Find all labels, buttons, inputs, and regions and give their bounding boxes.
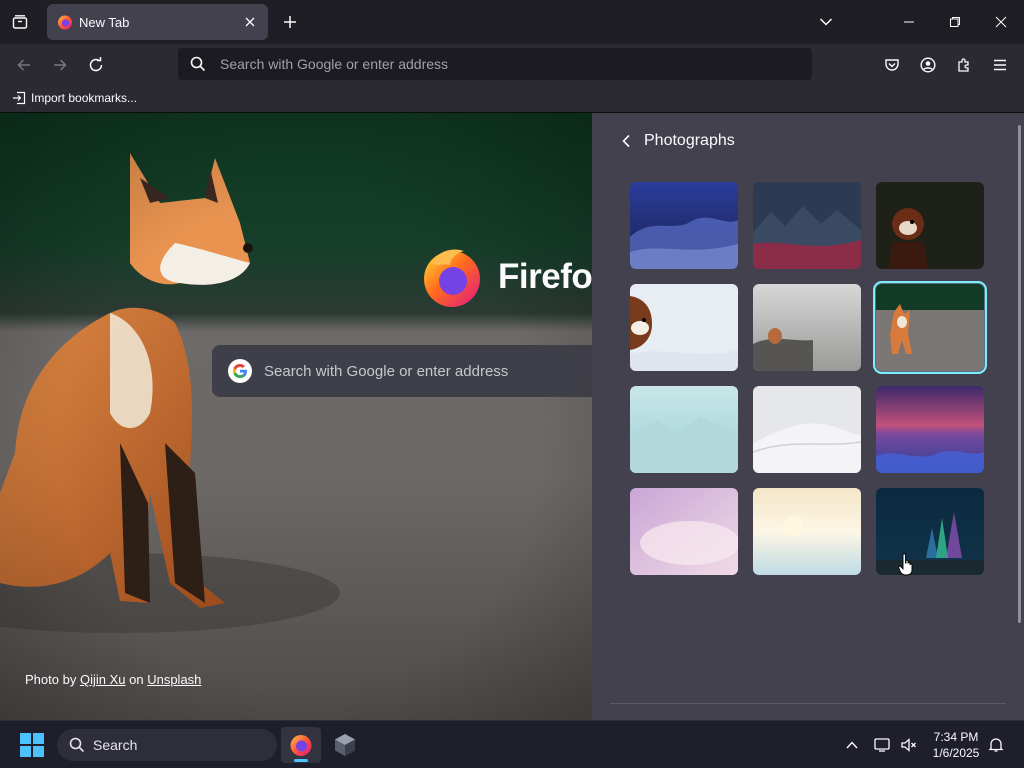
bell-icon — [988, 738, 1004, 752]
forward-button[interactable] — [47, 52, 73, 78]
taskbar: Search 7:34 PM 1/6/2025 — [0, 720, 1024, 768]
notifications-button[interactable] — [986, 735, 1006, 755]
bookmarks-toolbar: Import bookmarks... — [0, 85, 1024, 113]
wallpaper-thumbnail-aurora[interactable] — [876, 488, 984, 575]
firefox-logo-icon — [424, 249, 480, 307]
wallpaper-thumbnail-red-panda-dark[interactable] — [876, 182, 984, 269]
close-icon — [995, 16, 1007, 28]
plus-icon — [284, 16, 296, 28]
reload-icon — [89, 57, 103, 72]
hand-cursor-icon — [898, 553, 913, 576]
show-hidden-icons-button[interactable] — [842, 735, 862, 755]
newtab-search-box[interactable]: Search with Google or enter address — [212, 345, 612, 397]
panel-back-button[interactable] — [616, 131, 636, 151]
app-menu-button[interactable] — [987, 52, 1013, 78]
chevron-left-icon — [622, 134, 630, 148]
taskbar-firefox[interactable] — [281, 727, 321, 763]
newtab-search-placeholder: Search with Google or enter address — [264, 362, 509, 380]
import-bookmarks-button[interactable]: Import bookmarks... — [12, 91, 137, 105]
pocket-icon — [885, 59, 899, 71]
volume-button[interactable] — [899, 735, 919, 755]
firefox-favicon-icon — [58, 15, 72, 30]
wallpaper-thumbnail-red-panda-snow[interactable] — [630, 284, 738, 371]
credit-prefix: Photo by — [25, 672, 77, 687]
import-bookmarks-label: Import bookmarks... — [31, 91, 138, 105]
wallpaper-thumbnail-pink-clouds[interactable] — [630, 488, 738, 575]
hamburger-menu-icon — [994, 59, 1006, 71]
tab-close-button[interactable] — [240, 12, 260, 32]
back-button[interactable] — [11, 52, 37, 78]
account-icon — [920, 57, 936, 73]
tab-list-button[interactable] — [8, 10, 32, 34]
search-icon — [69, 737, 85, 753]
tab-new-tab[interactable]: New Tab — [47, 4, 268, 40]
firefox-app-icon — [290, 735, 312, 756]
clock-time: 7:34 PM — [933, 730, 979, 744]
panel-header: Photographs — [616, 131, 735, 151]
import-icon — [13, 91, 26, 105]
taskbar-search-label: Search — [93, 737, 138, 753]
credit-author-link[interactable]: Qijin Xu — [80, 672, 126, 687]
wallpaper-thumbnail-fox-in-fog[interactable] — [753, 284, 861, 371]
wallpaper-thumbnail-snowy-hills[interactable] — [753, 386, 861, 473]
restore-icon — [950, 17, 960, 27]
account-button[interactable] — [915, 52, 941, 78]
wallpaper-thumbnail-beach-sunrise[interactable] — [753, 488, 861, 575]
window-close-button[interactable] — [985, 6, 1017, 38]
active-app-indicator — [294, 759, 308, 762]
extensions-button[interactable] — [951, 52, 977, 78]
minimize-button[interactable] — [893, 6, 925, 38]
clock[interactable]: 7:34 PM 1/6/2025 — [926, 729, 986, 761]
arrow-left-icon — [17, 59, 30, 71]
wallpaper-panel: Photographs — [592, 113, 1024, 720]
panel-footer-divider — [610, 703, 1006, 704]
url-input[interactable] — [220, 56, 780, 72]
puzzle-icon — [958, 58, 969, 72]
cube-app-icon — [335, 734, 355, 756]
panel-title: Photographs — [644, 132, 735, 149]
chevron-up-icon — [846, 741, 858, 749]
windows-start-icon[interactable] — [20, 733, 44, 757]
search-icon — [190, 56, 206, 72]
tab-overview-icon — [12, 15, 28, 29]
reload-button[interactable] — [83, 52, 109, 78]
clock-date: 1/6/2025 — [932, 746, 980, 760]
arrow-right-icon — [54, 59, 67, 71]
minimize-icon — [904, 21, 914, 23]
wallpaper-thumbnail-blue-clouds[interactable] — [630, 182, 738, 269]
new-tab-page: Firefox Search with Google or enter addr… — [0, 113, 1024, 720]
speaker-muted-icon — [901, 738, 916, 752]
wallpaper-thumbnail-sunset-ocean[interactable] — [876, 386, 984, 473]
network-display-icon — [874, 738, 890, 752]
wallpaper-thumbnail-fox-sitting[interactable] — [873, 281, 987, 374]
taskbar-search[interactable]: Search — [57, 729, 277, 761]
credit-mid: on — [129, 672, 144, 687]
google-icon — [228, 359, 252, 383]
restore-button[interactable] — [939, 6, 971, 38]
close-icon — [245, 17, 255, 27]
photo-credit: Photo by Qijin Xu on Unsplash — [25, 672, 201, 687]
url-bar[interactable] — [178, 48, 812, 80]
credit-site-link[interactable]: Unsplash — [147, 672, 201, 687]
new-tab-button[interactable] — [278, 10, 302, 34]
network-button[interactable] — [873, 735, 893, 755]
wallpaper-fox-photo — [0, 113, 600, 720]
panel-scrollbar[interactable] — [1018, 125, 1021, 623]
wallpaper-thumbnail-misty-mountains[interactable] — [630, 386, 738, 473]
pocket-button[interactable] — [879, 52, 905, 78]
tab-bar: New Tab — [0, 0, 1024, 44]
chevron-down-icon — [819, 18, 833, 26]
list-all-tabs-button[interactable] — [810, 6, 842, 38]
taskbar-app-2[interactable] — [325, 727, 365, 763]
tab-title: New Tab — [79, 14, 130, 30]
wallpaper-thumbnail-mountain-range[interactable] — [753, 182, 861, 269]
firefox-brand: Firefox — [420, 245, 612, 309]
